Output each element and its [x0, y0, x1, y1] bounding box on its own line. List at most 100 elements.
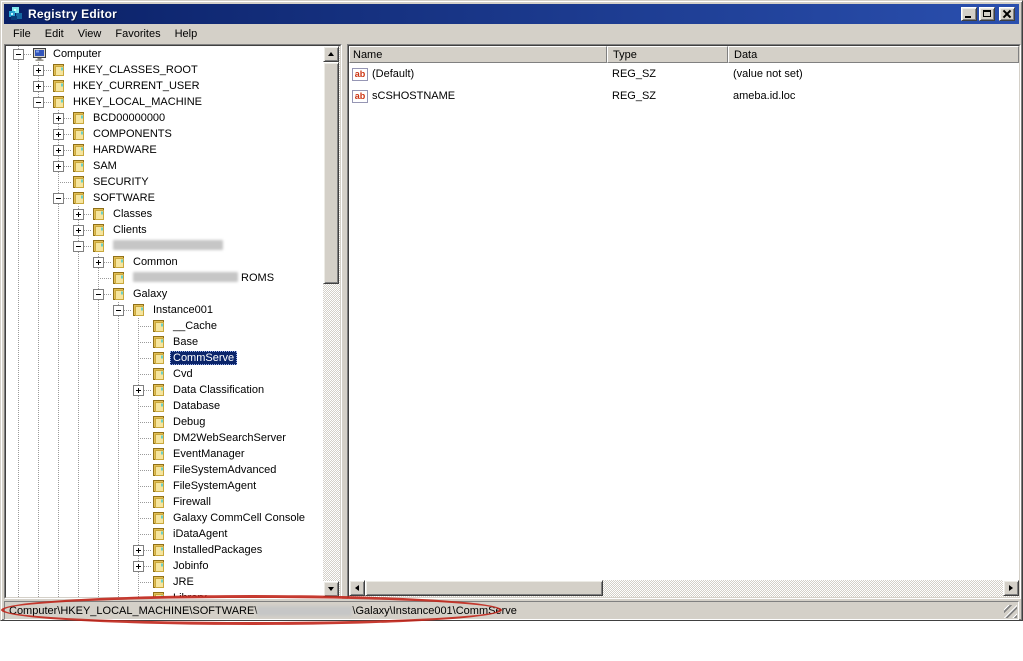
- tree-item-instance001[interactable]: Instance001: [6, 302, 323, 318]
- tree-guide-line: [32, 286, 52, 302]
- registry-editor-icon: [8, 6, 24, 22]
- expand-plus-icon[interactable]: [133, 545, 144, 556]
- tree-item-redacted[interactable]: [6, 238, 323, 254]
- tree-guide-line: [12, 446, 32, 462]
- scroll-up-button[interactable]: [323, 46, 339, 62]
- folder-icon: [92, 238, 110, 254]
- tree-item-label: BCD00000000: [90, 111, 168, 125]
- expand-plus-icon[interactable]: [53, 161, 64, 172]
- tree-item-bcd00000000[interactable]: BCD00000000: [6, 110, 323, 126]
- tree-item-filesystemadvanced[interactable]: FileSystemAdvanced: [6, 462, 323, 478]
- collapse-minus-icon[interactable]: [73, 241, 84, 252]
- close-button[interactable]: [999, 7, 1015, 21]
- tree-item-common[interactable]: Common: [6, 254, 323, 270]
- scroll-down-button[interactable]: [323, 581, 339, 597]
- resize-grip[interactable]: [1004, 605, 1017, 618]
- collapse-minus-icon[interactable]: [113, 305, 124, 316]
- value-row-scshostname[interactable]: absCSHOSTNAMEREG_SZameba.id.loc: [349, 85, 1019, 107]
- collapse-minus-icon[interactable]: [13, 49, 24, 60]
- tree-guide-line: [92, 478, 112, 494]
- tree-item-hkey-local-machine[interactable]: HKEY_LOCAL_MACHINE: [6, 94, 323, 110]
- tree-guide-line: [72, 382, 92, 398]
- tree-item-database[interactable]: Database: [6, 398, 323, 414]
- tree-scrollbar-thumb[interactable]: [323, 62, 339, 284]
- column-header-name[interactable]: Name: [349, 46, 607, 63]
- maximize-button[interactable]: [979, 7, 995, 21]
- computer-icon: [32, 46, 50, 62]
- tree-guide-line: [12, 494, 32, 510]
- expand-plus-icon[interactable]: [73, 225, 84, 236]
- tree-item-data-classification[interactable]: Data Classification: [6, 382, 323, 398]
- menu-item-view[interactable]: View: [71, 26, 109, 42]
- tree-item-label: FileSystemAdvanced: [170, 463, 279, 477]
- tree-item-label: COMPONENTS: [90, 127, 175, 141]
- scroll-right-button[interactable]: [1003, 580, 1019, 596]
- tree-item-label: [110, 239, 226, 253]
- column-header-data[interactable]: Data: [728, 46, 1019, 63]
- tree-item-hkey-current-user[interactable]: HKEY_CURRENT_USER: [6, 78, 323, 94]
- tree-guide-line: [52, 574, 72, 590]
- tree-item-galaxy[interactable]: Galaxy: [6, 286, 323, 302]
- expand-plus-icon[interactable]: [133, 385, 144, 396]
- folder-icon: [132, 302, 150, 318]
- menu-item-help[interactable]: Help: [168, 26, 205, 42]
- tree-item-firewall[interactable]: Firewall: [6, 494, 323, 510]
- expand-plus-icon[interactable]: [93, 257, 104, 268]
- expand-plus-icon[interactable]: [53, 145, 64, 156]
- tree-item-idataagent[interactable]: iDataAgent: [6, 526, 323, 542]
- tree-guide-line: [52, 254, 72, 270]
- tree-item-filesystemagent[interactable]: FileSystemAgent: [6, 478, 323, 494]
- tree-item-cvd[interactable]: Cvd: [6, 366, 323, 382]
- expand-plus-icon[interactable]: [53, 129, 64, 140]
- tree-item-eventmanager[interactable]: EventManager: [6, 446, 323, 462]
- expand-plus-icon[interactable]: [133, 561, 144, 572]
- tree-item-cache[interactable]: __Cache: [6, 318, 323, 334]
- tree-item-hardware[interactable]: HARDWARE: [6, 142, 323, 158]
- tree-item-jre[interactable]: JRE: [6, 574, 323, 590]
- tree-item-commserve[interactable]: CommServe: [6, 350, 323, 366]
- minimize-button[interactable]: [961, 7, 977, 21]
- tree-item-roms[interactable]: ROMS: [6, 270, 323, 286]
- list-scrollbar-thumb[interactable]: [365, 580, 603, 596]
- tree-guide-line: [12, 126, 32, 142]
- list-horizontal-scrollbar[interactable]: [349, 580, 1019, 597]
- tree-guide-line: [52, 558, 72, 574]
- tree-item-debug[interactable]: Debug: [6, 414, 323, 430]
- menu-item-file[interactable]: File: [6, 26, 38, 42]
- tree-item-clients[interactable]: Clients: [6, 222, 323, 238]
- tree-item-software[interactable]: SOFTWARE: [6, 190, 323, 206]
- expand-plus-icon[interactable]: [53, 113, 64, 124]
- tree-guide-line: [12, 318, 32, 334]
- value-name: (Default): [372, 68, 414, 80]
- tree-guide-line: [132, 542, 152, 558]
- tree-item-base[interactable]: Base: [6, 334, 323, 350]
- column-header-type[interactable]: Type: [607, 46, 728, 63]
- expand-plus-icon[interactable]: [33, 65, 44, 76]
- tree-item-library[interactable]: Library: [6, 590, 323, 597]
- tree-item-dm2websearchserver[interactable]: DM2WebSearchServer: [6, 430, 323, 446]
- tree-vertical-scrollbar[interactable]: [323, 46, 340, 597]
- tree-item-jobinfo[interactable]: Jobinfo: [6, 558, 323, 574]
- tree-guide-line: [132, 494, 152, 510]
- collapse-minus-icon[interactable]: [93, 289, 104, 300]
- tree-item-classes[interactable]: Classes: [6, 206, 323, 222]
- title-bar: Registry Editor: [4, 4, 1019, 24]
- menu-item-favorites[interactable]: Favorites: [108, 26, 167, 42]
- collapse-minus-icon[interactable]: [53, 193, 64, 204]
- value-row-default[interactable]: ab(Default)REG_SZ(value not set): [349, 63, 1019, 85]
- menu-item-edit[interactable]: Edit: [38, 26, 71, 42]
- tree-item-security[interactable]: SECURITY: [6, 174, 323, 190]
- tree-item-installedpackages[interactable]: InstalledPackages: [6, 542, 323, 558]
- scroll-left-button[interactable]: [349, 580, 365, 596]
- collapse-minus-icon[interactable]: [33, 97, 44, 108]
- tree-item-sam[interactable]: SAM: [6, 158, 323, 174]
- tree-item-components[interactable]: COMPONENTS: [6, 126, 323, 142]
- expand-plus-icon[interactable]: [73, 209, 84, 220]
- tree-item-galaxy-commcell-console[interactable]: Galaxy CommCell Console: [6, 510, 323, 526]
- tree-guide-line: [12, 350, 32, 366]
- tree-guide-line: [52, 318, 72, 334]
- tree-item-hkey-classes-root[interactable]: HKEY_CLASSES_ROOT: [6, 62, 323, 78]
- tree-guide-line: [112, 302, 132, 318]
- expand-plus-icon[interactable]: [33, 81, 44, 92]
- tree-item-computer[interactable]: Computer: [6, 46, 323, 62]
